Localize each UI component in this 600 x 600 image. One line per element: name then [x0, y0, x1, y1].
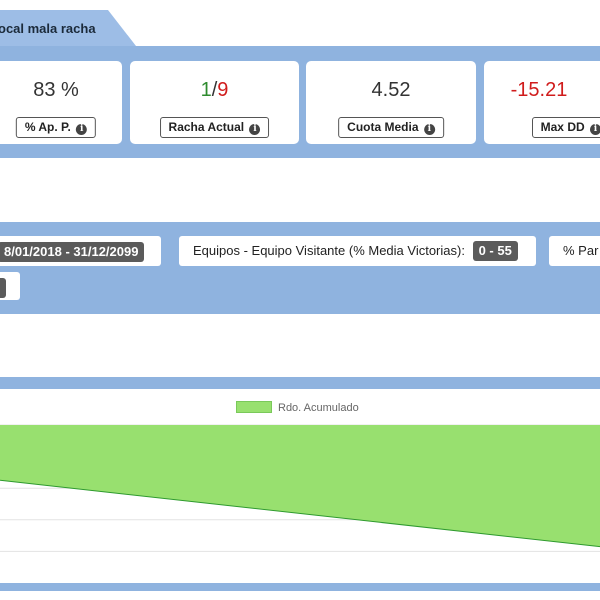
- stat-label-ap-text: % Ap. P.: [24, 120, 71, 134]
- tab-header: ocal mala racha: [0, 10, 136, 46]
- info-icon[interactable]: i: [590, 124, 600, 135]
- stat-label-maxdd-text: Max DD: [540, 120, 585, 134]
- extra-filter-badge: [0, 278, 6, 298]
- filters-band: 8/01/2018 - 31/12/2099 Equipos - Equipo …: [0, 222, 600, 314]
- teams-filter[interactable]: Equipos - Equipo Visitante (% Media Vict…: [179, 236, 536, 266]
- stat-value-racha: 1/9: [130, 79, 299, 102]
- series-area-rdo-acumulado: [0, 425, 600, 547]
- chart-area: [0, 424, 600, 552]
- stat-label-racha-text: Racha Actual: [168, 120, 245, 134]
- stat-value-cuota: 4.52: [371, 79, 411, 101]
- extra-filter[interactable]: [0, 272, 20, 300]
- info-icon[interactable]: i: [76, 124, 88, 135]
- tab-title: ocal mala racha: [0, 21, 96, 36]
- stat-label-maxdd[interactable]: Max DD i: [531, 117, 600, 138]
- stat-value-maxdd: -15.21: [510, 79, 568, 101]
- teams-filter-label: Equipos - Equipo Visitante (% Media Vict…: [193, 243, 465, 258]
- stat-label-cuota[interactable]: Cuota Media i: [338, 117, 444, 138]
- racha-wins: 1: [200, 79, 212, 101]
- info-icon[interactable]: i: [423, 124, 435, 135]
- partial-filter-label: % Par: [563, 243, 599, 258]
- stat-value-ap: 83 %: [33, 79, 79, 101]
- stat-label-cuota-text: Cuota Media: [347, 120, 419, 134]
- racha-total: 9: [217, 79, 229, 101]
- stats-band: 83 % % Ap. P. i 1/9 Racha Actual i 4.52 …: [0, 46, 600, 158]
- stat-label-ap[interactable]: % Ap. P. i: [15, 117, 97, 138]
- date-range-filter[interactable]: 8/01/2018 - 31/12/2099: [0, 236, 161, 266]
- chart-top-bar: [0, 377, 600, 389]
- teams-range-badge: 0 - 55: [472, 241, 518, 261]
- stat-card-maxdd: -15.21 Max DD i: [484, 61, 600, 144]
- info-icon[interactable]: i: [249, 124, 261, 135]
- chart-bottom-bar: [0, 583, 600, 591]
- date-range-badge: 8/01/2018 - 31/12/2099: [0, 242, 145, 262]
- stat-label-racha[interactable]: Racha Actual i: [159, 117, 270, 138]
- stat-card-racha: 1/9 Racha Actual i: [130, 61, 299, 144]
- stat-card-cuota: 4.52 Cuota Media i: [306, 61, 476, 144]
- stat-card-ap: 83 % % Ap. P. i: [0, 61, 122, 144]
- partial-filter[interactable]: % Par: [549, 236, 600, 266]
